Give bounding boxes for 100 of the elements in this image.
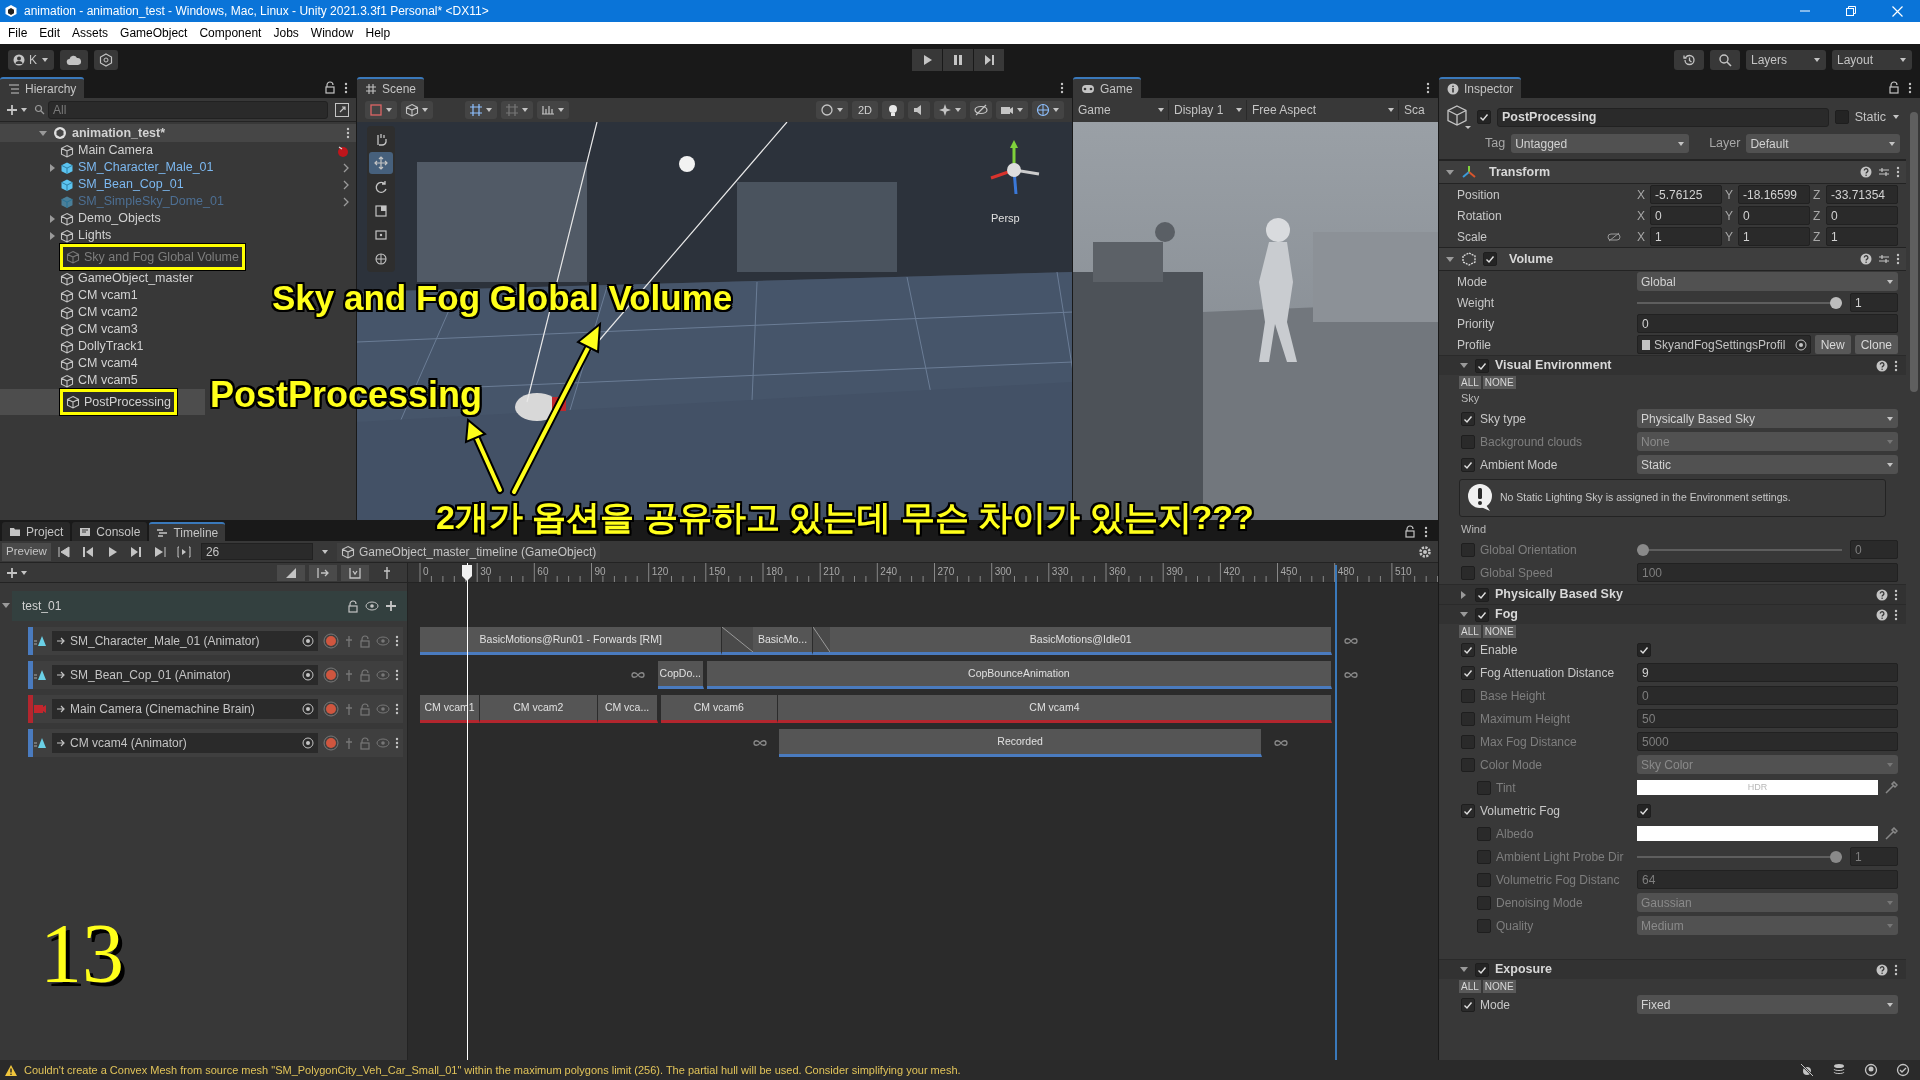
checkbox[interactable] xyxy=(1637,803,1651,818)
more-icon[interactable] xyxy=(1424,526,1428,538)
plus-icon[interactable] xyxy=(385,600,397,612)
checkbox[interactable] xyxy=(1477,872,1491,887)
none-button[interactable]: NONE xyxy=(1482,979,1516,993)
timeline-clip[interactable]: CM vcam4 xyxy=(777,695,1333,723)
hierarchy-item[interactable]: CM vcam3 xyxy=(0,321,144,338)
timeline-clip[interactable]: BasicMotions@Idle01 xyxy=(830,627,1333,655)
presets-icon[interactable] xyxy=(1878,253,1890,265)
number-field[interactable]: -18.16599 xyxy=(1738,185,1810,204)
timeline-clip[interactable]: CopDo... xyxy=(657,661,705,689)
hierarchy-item[interactable]: CM vcam4 xyxy=(0,355,144,372)
breadcrumb[interactable]: GameObject_master_timeline (GameObject) xyxy=(336,542,601,561)
hierarchy-item[interactable]: CM vcam1 xyxy=(0,287,144,304)
visibility-button[interactable] xyxy=(970,101,992,119)
number-field[interactable]: 1 xyxy=(1738,227,1810,246)
number-field[interactable]: -33.71354 xyxy=(1826,185,1898,204)
track-binding-field[interactable]: SM_Bean_Cop_01 (Animator) xyxy=(52,665,318,685)
more-icon[interactable] xyxy=(1908,82,1912,94)
camera-button[interactable] xyxy=(996,101,1028,119)
caret-icon[interactable] xyxy=(320,547,329,556)
timeline-tool-button[interactable] xyxy=(277,564,305,581)
hierarchy-item[interactable]: CM vcam2 xyxy=(0,304,144,321)
hierarchy-item[interactable]: SM_Character_Male_01 xyxy=(0,159,356,176)
search-field[interactable]: All xyxy=(48,100,328,119)
profile-button[interactable]: Clone xyxy=(1854,335,1898,354)
more-icon[interactable] xyxy=(1060,82,1064,94)
shading-button[interactable] xyxy=(815,101,848,119)
menu-item[interactable]: GameObject xyxy=(114,24,194,42)
caret-icon[interactable] xyxy=(1892,113,1900,121)
profile-button[interactable]: New xyxy=(1814,335,1851,354)
slider-track[interactable] xyxy=(1637,296,1842,309)
more-icon[interactable] xyxy=(344,82,348,94)
name-field[interactable]: PostProcessing xyxy=(1497,107,1829,127)
number-field[interactable]: -5.76125 xyxy=(1650,185,1722,204)
menu-item[interactable]: Jobs xyxy=(267,24,305,42)
effects-button[interactable] xyxy=(934,101,966,119)
more-icon[interactable] xyxy=(395,737,399,749)
lock-icon[interactable] xyxy=(324,81,336,94)
record-icon[interactable] xyxy=(323,633,339,649)
checkbox[interactable] xyxy=(1834,110,1849,124)
check-circle-icon[interactable] xyxy=(1896,1063,1910,1077)
more-icon[interactable] xyxy=(395,635,399,647)
track-group[interactable]: test_01 xyxy=(12,591,407,621)
checkbox[interactable] xyxy=(1461,734,1475,749)
cloud-button[interactable] xyxy=(60,50,88,70)
hierarchy-item[interactable]: Demo_Objects xyxy=(0,210,167,227)
dropdown[interactable]: Fixed xyxy=(1637,995,1898,1014)
volume-override-header[interactable]: Exposure xyxy=(1439,959,1906,979)
expand-icon[interactable] xyxy=(334,101,350,118)
number-field[interactable]: 50 xyxy=(1637,709,1898,728)
hierarchy-item[interactable]: CM vcam5 xyxy=(0,372,144,389)
color-swatch[interactable] xyxy=(1637,826,1878,841)
component-header[interactable]: Volume xyxy=(1439,247,1906,271)
all-button[interactable]: ALL xyxy=(1459,979,1481,993)
audio-button[interactable] xyxy=(908,101,930,119)
gear-icon[interactable] xyxy=(1418,544,1432,559)
expand-arrow-icon[interactable] xyxy=(1459,965,1469,974)
menu-item[interactable]: Component xyxy=(193,24,268,42)
checkbox[interactable] xyxy=(1461,411,1475,426)
panel-tab[interactable]: Project xyxy=(2,522,71,541)
more-icon[interactable] xyxy=(1426,82,1430,94)
more-icon[interactable] xyxy=(1896,166,1900,178)
history-button[interactable] xyxy=(1674,50,1704,70)
volume-override-header[interactable]: Physically Based Sky xyxy=(1439,584,1906,604)
search-button[interactable] xyxy=(1710,50,1740,70)
menu-item[interactable]: Window xyxy=(304,24,360,42)
view-dropdown[interactable]: Game xyxy=(1075,100,1169,120)
number-field[interactable]: 0 xyxy=(1650,206,1722,225)
number-field[interactable]: 0 xyxy=(1637,686,1898,705)
target-icon[interactable] xyxy=(302,703,314,715)
timeline-tool-button[interactable] xyxy=(341,564,369,581)
gizmo-mode-button[interactable] xyxy=(365,101,397,119)
panel-tab[interactable]: Timeline xyxy=(149,522,226,541)
track-header[interactable]: Main Camera (Cinemachine Brain) xyxy=(28,695,403,723)
more-icon[interactable] xyxy=(1894,359,1898,372)
number-field[interactable]: 1 xyxy=(1650,227,1722,246)
checkbox[interactable] xyxy=(1477,826,1491,841)
light-probe-icon[interactable] xyxy=(1864,1063,1878,1077)
hierarchy-item[interactable]: Main Camera xyxy=(0,142,356,159)
volume-override-header[interactable]: Fog xyxy=(1439,604,1906,624)
checkbox[interactable] xyxy=(1461,757,1475,772)
timeline-clip[interactable]: BasicMotions@Run01 - Forwards [RM] xyxy=(420,627,723,655)
chevron-right-icon[interactable] xyxy=(342,179,350,190)
timeline-tool-button[interactable] xyxy=(309,564,337,581)
expand-arrow-icon[interactable] xyxy=(1459,361,1469,370)
number-field[interactable]: 1 xyxy=(1850,293,1898,312)
number-field[interactable]: 0 xyxy=(1637,314,1898,333)
timeline-clip[interactable]: BasicMo... xyxy=(753,627,814,655)
help-icon[interactable] xyxy=(1876,608,1888,621)
checkbox[interactable] xyxy=(1461,688,1475,703)
more-icon[interactable] xyxy=(1894,588,1898,601)
number-field[interactable]: 9 xyxy=(1637,663,1898,682)
help-icon[interactable] xyxy=(1860,166,1872,178)
pause-button[interactable] xyxy=(943,49,973,71)
dropdown[interactable]: Global xyxy=(1637,272,1898,291)
more-icon[interactable] xyxy=(1896,253,1900,265)
checkbox[interactable] xyxy=(1461,642,1475,657)
timeline-clip[interactable]: CM vca... xyxy=(597,695,658,723)
draw-mode-button[interactable] xyxy=(401,101,433,119)
